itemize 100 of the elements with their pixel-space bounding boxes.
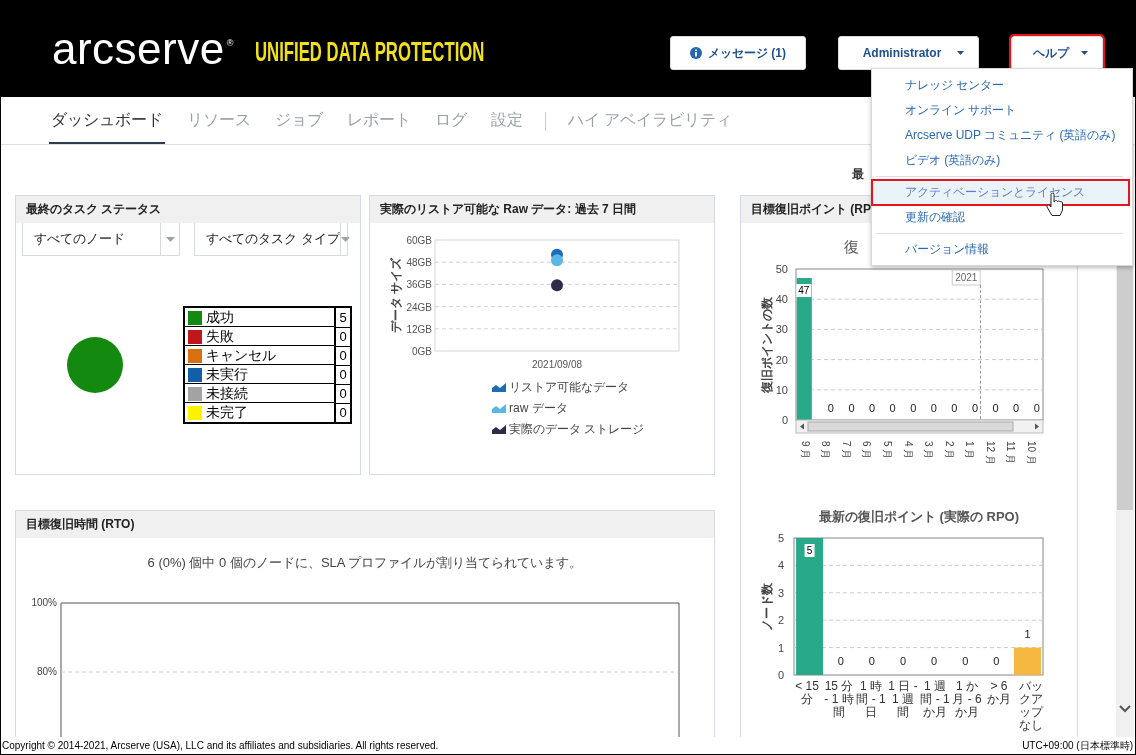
axis-tick-label: 10 月 [1026,441,1038,465]
legend-count: 0 [335,384,351,403]
axis-tick-label: 4 [777,559,784,572]
axis-tick-label: バックアップなし [1018,680,1045,732]
chart-scrollbar[interactable] [795,419,1044,434]
menu-item[interactable]: ナレッジ センター [872,73,1129,98]
axis-tick-label: 8 月 [820,441,832,460]
axis-tick-label: 1 日 - 1 週間 [887,680,919,721]
axis-tick-label: 9 月 [799,441,811,460]
axis-tick-label: 1 か月 - 6 か月 [951,680,983,721]
filter-dropdown[interactable]: すべてのノード [22,223,180,256]
axis-tick-label: 1 週間 - 1 か月 [919,680,951,721]
menu-item[interactable]: ビデオ (英語のみ) [872,148,1129,173]
axis-tick-label: 2021/09/08 [531,359,583,370]
axis-tick-label: 24GB [406,301,432,313]
panel-title: 目標復旧時間 (RTO) [16,511,714,538]
menu-item[interactable]: Arcserve UDP コミュニティ (英語のみ) [872,123,1129,148]
axis-tick-label: 0 [781,414,788,426]
registered-mark: ® [226,38,234,48]
data-label: 0 [971,402,978,414]
data-label: 0 [848,402,855,414]
legend-label: raw データ [509,400,568,417]
axis-title: 復旧ポイントの数 [760,296,774,393]
timezone-text: UTC+09:00 (日本標準時) [1022,738,1133,753]
axis-tick-label: 80% [37,666,57,677]
data-label: 0 [899,655,906,667]
caret-icon [1081,51,1088,55]
data-label: 0 [827,402,834,414]
panel-title: 最終のタスク ステータス [16,196,360,223]
messages-button[interactable]: メッセージ (1) [670,36,806,70]
axis-tick-label: 50 [775,263,788,275]
data-label: 0 [837,655,844,667]
filter-dropdown[interactable]: すべてのタスク タイプ [194,223,348,256]
year-marker: 2021 [951,269,981,286]
axis-tick-label: 40 [775,293,788,306]
axis-tick-label: 1 時間 - 1 日 [855,680,887,721]
axis-tick-label: 5 [777,532,784,544]
data-label: 0 [869,402,876,414]
area-swatch-icon [492,425,506,434]
axis-tick-label: 48GB [406,257,432,269]
axis-tick-label: 1 [777,641,784,654]
data-label: 0 [930,402,937,414]
axis-tick-label: 12GB [406,323,432,335]
axis-tick-label: 3 月 [923,441,935,460]
data-label: 0 [1033,402,1040,414]
axis-tick-label: 0GB [412,346,432,357]
legend-count: 0 [335,346,351,365]
axis-tick-label: 2 [777,614,784,627]
data-point [551,279,563,292]
product-name: UNIFIED DATA PROTECTION [255,37,485,67]
menu-button[interactable]: Administrator [838,36,979,70]
axis-title: データ サイズ [389,257,403,334]
annotation: 2021 [955,272,978,283]
axis-tick-label: 15 分 - 1 時間 [823,680,855,721]
axis-tick-label: 10 [775,383,788,396]
data-label: 0 [992,402,999,414]
axis-tick-label: 30 [775,323,788,336]
axis-tick-label: 2 月 [943,441,955,460]
axis-tick-label: 12 月 [984,441,996,465]
status-pie-chart [67,337,123,393]
caret-icon [957,51,964,55]
legend-label: 未実行 [185,365,334,384]
legend-label: 成功 [185,308,334,327]
menu-item[interactable]: バージョン情報 [872,237,1129,262]
nav-tab[interactable]: ダッシュボード [49,97,165,144]
axis-tick-label: > 6 か月 [986,680,1012,708]
axis-tick-label: < 15 分 [794,680,820,708]
legend-label: 実際のデータ ストレージ [509,421,645,438]
axis-title: ノード数 [760,582,774,631]
copyright-text: Copyright © 2014-2021, Arcserve (USA), LLC and its affiliates and subsidiaries. All rights reserved. [2,740,439,751]
legend-label: リストア可能なデータ [509,379,629,396]
data-label: 1 [1024,627,1031,640]
axis-tick-label: 3 [777,586,784,599]
legend-label: キャンセル [185,346,334,365]
area-swatch-icon [492,383,506,392]
menu-item[interactable]: オンライン サポート [872,98,1129,123]
panel-title: 実際のリストア可能な Raw データ: 過去 7 日間 [370,196,714,223]
axis-tick-label: 36GB [406,279,432,291]
data-label: 0 [951,402,958,414]
axis-tick-label: 11 月 [1005,441,1017,465]
axis-tick-label: 6 月 [861,441,873,460]
data-label: 47 [796,284,812,298]
chevron-down-icon[interactable] [1119,705,1131,713]
menu-button[interactable]: ヘルプ [1011,36,1103,70]
data-label: 0 [993,655,1000,667]
data-label: 0 [1013,402,1020,414]
area-swatch-icon [492,404,506,413]
data-label: 0 [868,655,875,667]
summary-text: 6 (0%) 個中 0 個のノードに、SLA プロファイルが割り当てられています。 [146,554,584,572]
axis-tick-label: 1 月 [964,441,976,460]
legend-label: 未完了 [185,403,334,422]
legend-label: 未接続 [185,384,334,403]
caret-icon [165,236,175,242]
legend-label: 失敗 [185,327,334,346]
axis-tick-label: 60GB [406,235,432,246]
info-icon [690,47,702,59]
chart-title: 最新の復旧ポイント (実際の RPO) [818,509,1020,524]
caret-icon [340,236,350,242]
axis-tick-label: 20 [775,353,788,366]
data-label: 0 [910,402,917,414]
